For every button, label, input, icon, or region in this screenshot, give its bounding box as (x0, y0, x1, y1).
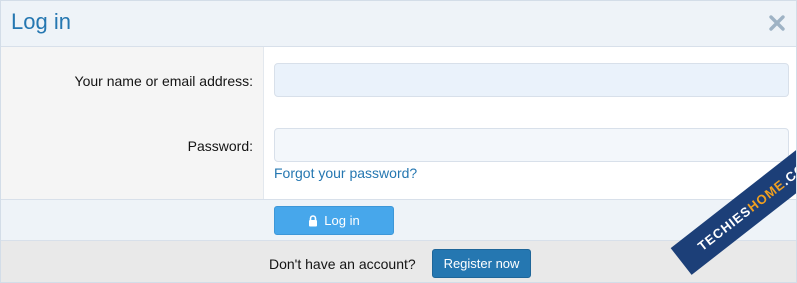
dialog-title: Log in (11, 9, 71, 34)
password-field-label: Password: (187, 138, 253, 154)
password-input[interactable] (274, 128, 789, 162)
name-field-label: Your name or email address: (74, 73, 253, 89)
login-dialog: Log in Your name or email address: Passw… (0, 0, 797, 283)
submit-row: Log in (1, 199, 796, 241)
login-form: Your name or email address: Password: Fo… (1, 47, 796, 199)
register-button[interactable]: Register now (432, 249, 531, 278)
close-icon[interactable] (768, 14, 786, 32)
login-button[interactable]: Log in (274, 206, 394, 235)
name-or-email-input[interactable] (274, 63, 789, 97)
forgot-password-link[interactable]: Forgot your password? (274, 165, 417, 181)
register-prompt: Don't have an account? (269, 256, 416, 272)
label-column (1, 47, 264, 199)
dialog-titlebar: Log in (1, 1, 796, 47)
lock-icon (308, 214, 318, 227)
login-button-label: Log in (324, 213, 360, 228)
